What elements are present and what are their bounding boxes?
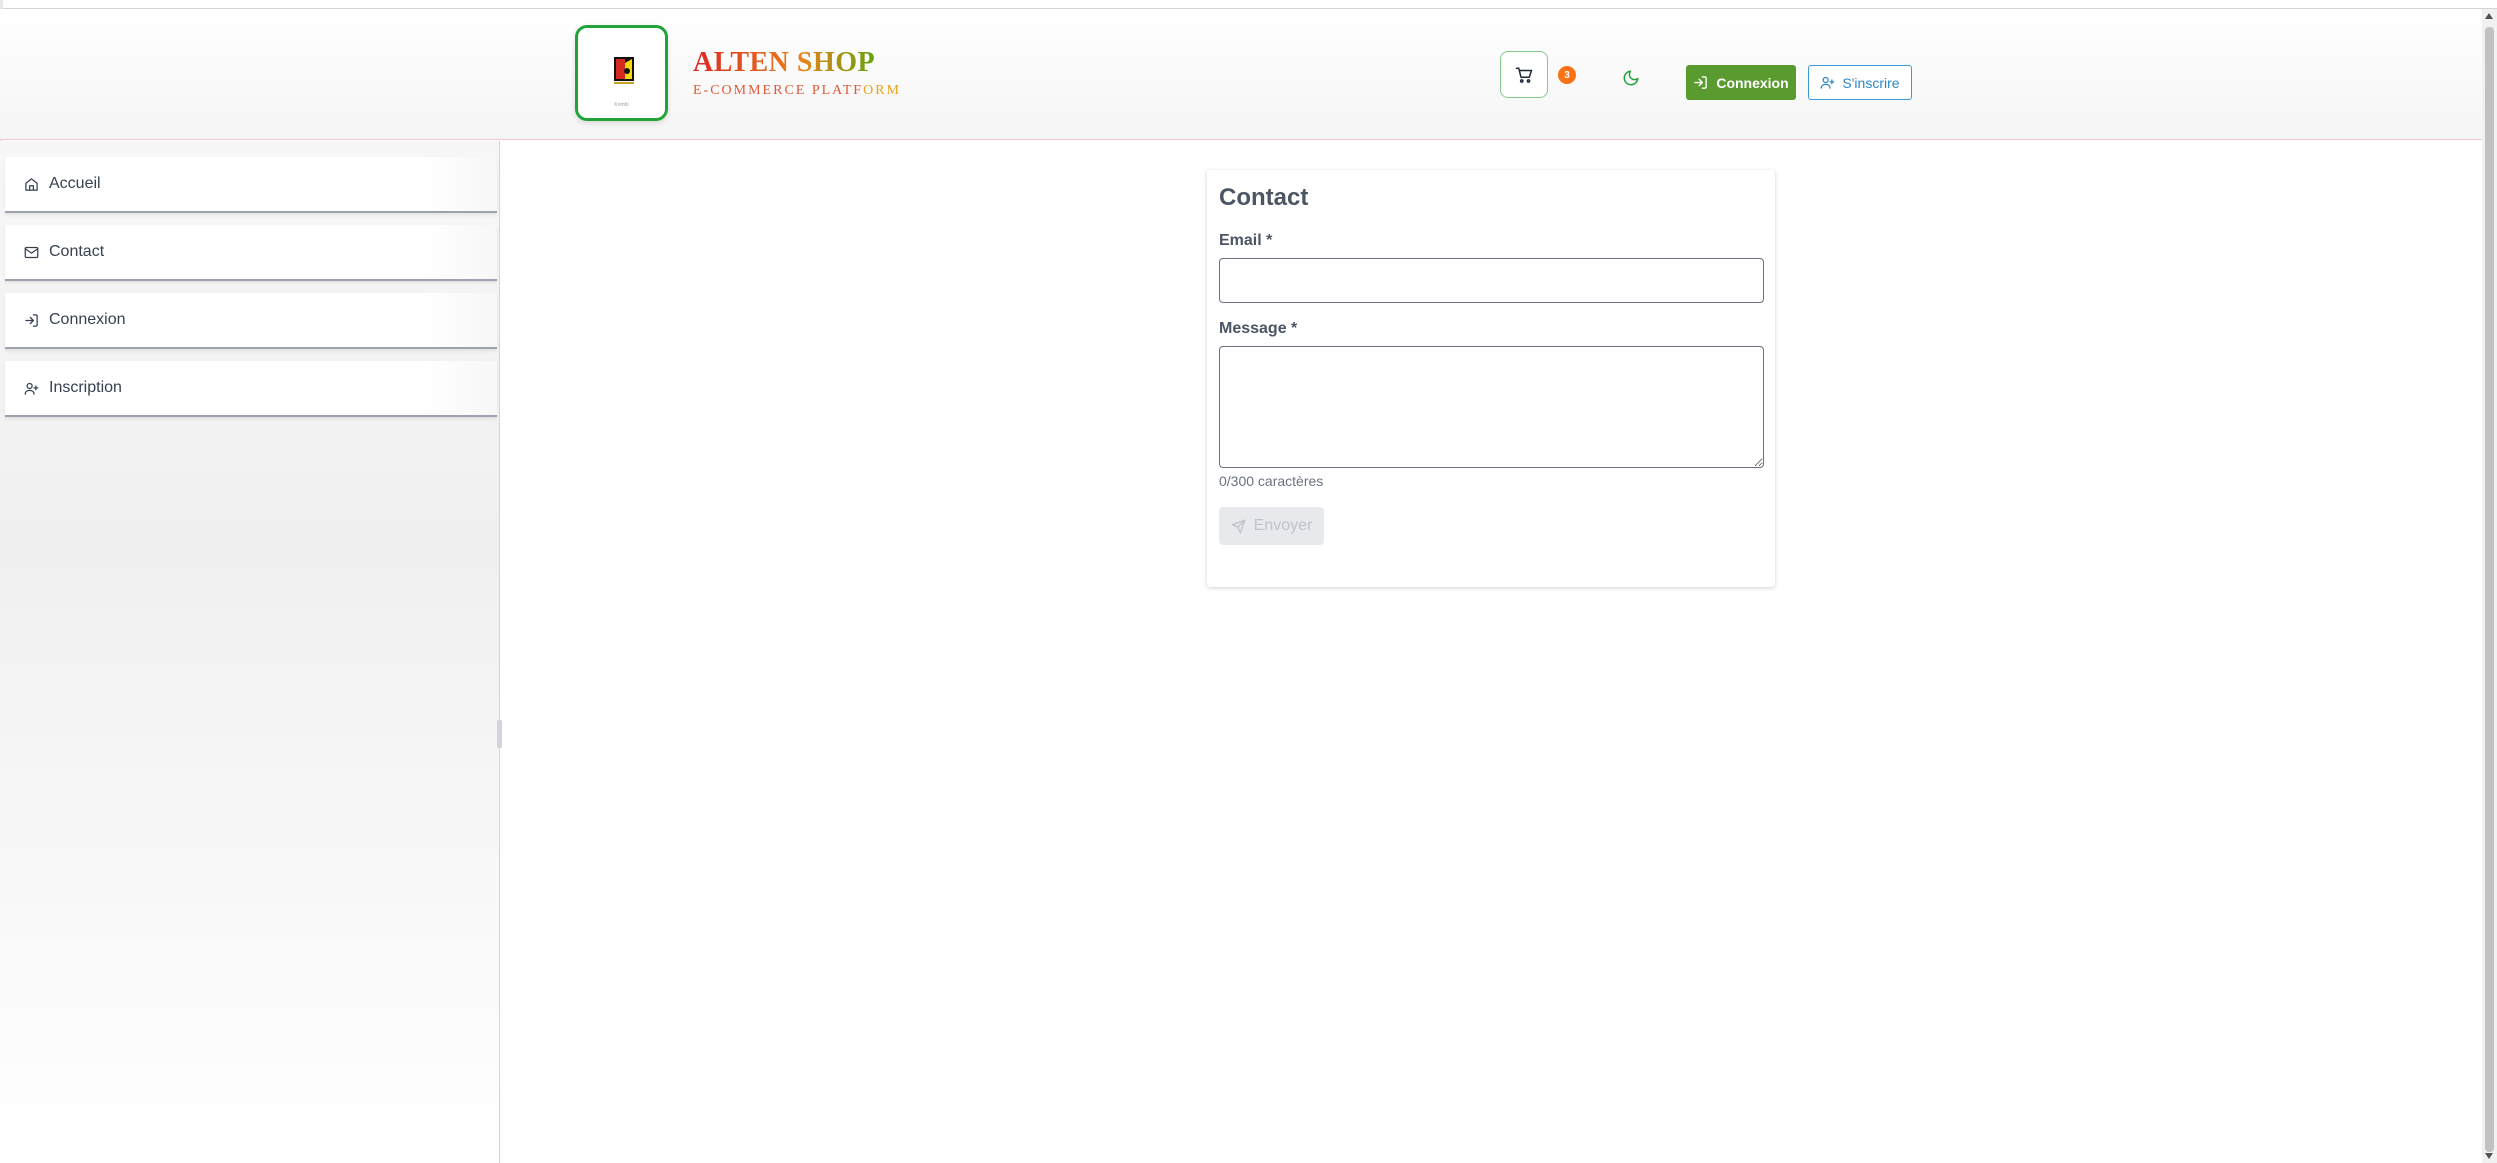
- sidebar-item-label: Contact: [49, 243, 105, 260]
- home-icon: [25, 177, 38, 191]
- browser-top-edge: [0, 0, 2497, 9]
- page-title: Contact: [1219, 184, 1309, 211]
- brand-subtitle: E-COMMERCE PLATFORM: [693, 83, 901, 99]
- signup-button-label: S'inscrire: [1842, 74, 1900, 91]
- brand-subtitle-end: ORM: [863, 83, 901, 98]
- email-field[interactable]: [1219, 258, 1764, 303]
- top-header: Kombi ALTEN SHOP E-COMMERCE PLATFORM 3 C…: [0, 9, 2482, 140]
- brand-subtitle-main: E-COMMERCE PLATF: [693, 83, 864, 98]
- cart-button[interactable]: [1500, 51, 1548, 98]
- sidebar-item-contact[interactable]: Contact: [5, 225, 497, 281]
- sidebar-item-connexion[interactable]: Connexion: [5, 293, 497, 349]
- brand-title: ALTEN SHOP: [693, 47, 876, 78]
- contact-card: Contact Email * Message * 0/300 caractèr…: [1207, 170, 1775, 587]
- scroll-down-arrow-icon[interactable]: [2485, 1153, 2493, 1159]
- user-plus-icon: [1821, 76, 1835, 89]
- sidebar-item-inscription[interactable]: Inscription: [5, 361, 497, 417]
- login-icon: [25, 313, 38, 327]
- sidebar-item-accueil[interactable]: Accueil: [5, 157, 497, 213]
- scrollbar-thumb[interactable]: [2485, 27, 2494, 1152]
- logo[interactable]: Kombi: [575, 25, 668, 121]
- char-counter: 0/300 caractères: [1219, 473, 1324, 489]
- message-field[interactable]: [1219, 346, 1764, 468]
- send-icon: [1231, 519, 1246, 533]
- sidebar-resize-handle[interactable]: [497, 720, 502, 748]
- sidebar-item-label: Inscription: [49, 379, 122, 396]
- send-button-label: Envoyer: [1253, 517, 1313, 534]
- mail-icon: [24, 246, 39, 258]
- cart-count-badge: 3: [1558, 66, 1576, 84]
- user-plus-icon: [24, 382, 39, 395]
- scroll-up-arrow-icon[interactable]: [2485, 13, 2493, 19]
- sidebar-item-label: Connexion: [49, 311, 126, 328]
- login-button[interactable]: Connexion: [1686, 65, 1796, 100]
- vertical-scrollbar[interactable]: [2482, 9, 2497, 1163]
- logo-caption: Kombi: [614, 102, 629, 108]
- sidebar: Accueil Contact Connexion Inscription: [0, 141, 500, 1163]
- moon-icon: [1623, 70, 1639, 86]
- login-icon: [1694, 76, 1708, 89]
- send-button[interactable]: Envoyer: [1219, 507, 1324, 545]
- message-label: Message *: [1219, 320, 1298, 337]
- cart-icon: [1515, 67, 1533, 83]
- login-button-label: Connexion: [1716, 74, 1789, 91]
- sidebar-item-label: Accueil: [49, 175, 101, 192]
- email-label: Email *: [1219, 232, 1273, 249]
- theme-toggle-button[interactable]: [1618, 65, 1644, 91]
- logo-icon: [614, 57, 634, 84]
- signup-button[interactable]: S'inscrire: [1808, 65, 1912, 100]
